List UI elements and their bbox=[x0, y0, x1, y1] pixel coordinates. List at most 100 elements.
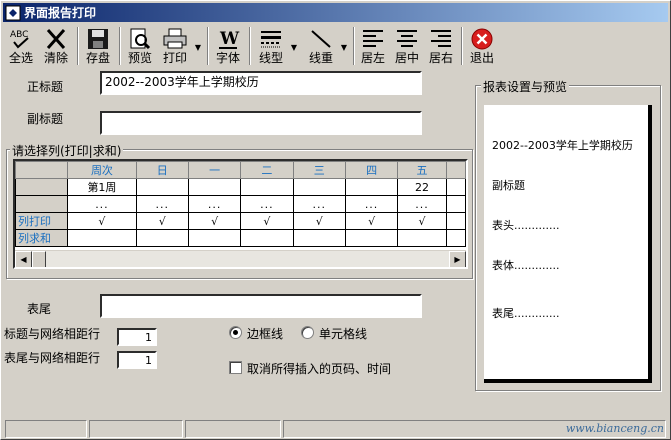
footer-input[interactable] bbox=[100, 294, 422, 318]
grid-cell[interactable]: ... bbox=[67, 195, 137, 213]
toolbar-separator bbox=[207, 27, 209, 65]
save-button[interactable]: 存盘 bbox=[83, 25, 113, 67]
columns-group-title: 请选择列(打印|求和) bbox=[10, 142, 124, 159]
status-panel bbox=[5, 420, 87, 438]
grid-sum-cell[interactable] bbox=[135, 229, 189, 247]
toolbar-separator bbox=[77, 27, 79, 65]
cell-line-radio[interactable] bbox=[301, 326, 314, 339]
grid-cell[interactable] bbox=[187, 178, 242, 196]
align-center-button[interactable]: 居中 bbox=[393, 25, 421, 67]
grid-header-cell[interactable]: 四 bbox=[344, 161, 399, 179]
printer-icon bbox=[163, 28, 187, 49]
grid-cell[interactable] bbox=[135, 178, 189, 196]
grid-header-cell[interactable]: 三 bbox=[292, 161, 346, 179]
clear-x-icon bbox=[46, 29, 66, 49]
column-grid[interactable]: 周次 日 一 二 三 四 五 第1周 22 ... ... ... ... ..… bbox=[13, 159, 468, 269]
grid-cell[interactable] bbox=[240, 178, 294, 196]
grid-header-cell[interactable]: 五 bbox=[397, 161, 447, 179]
grid-cell[interactable]: 22 bbox=[397, 178, 447, 196]
grid-header-cell[interactable]: 一 bbox=[187, 161, 242, 179]
exit-button[interactable]: 退出 bbox=[467, 25, 497, 67]
grid-cell[interactable]: ... bbox=[344, 195, 399, 213]
grid-sum-cell[interactable] bbox=[240, 229, 294, 247]
grid-cell[interactable]: ... bbox=[292, 195, 346, 213]
status-panel bbox=[89, 420, 183, 438]
grid-horizontal-scrollbar[interactable]: ◀ ▶ bbox=[15, 250, 466, 267]
toolbar-separator bbox=[249, 27, 251, 65]
print-label: 打印 bbox=[162, 51, 187, 65]
font-button[interactable]: W 字体 bbox=[213, 25, 243, 67]
grid-sum-cell[interactable] bbox=[67, 229, 137, 247]
preview-page: 2002--2003学年上学期校历 副标题 表头............. 表体… bbox=[484, 105, 652, 383]
border-line-label[interactable]: 边框线 bbox=[247, 325, 283, 342]
main-title-input[interactable]: 2002--2003学年上学期校历 bbox=[100, 71, 422, 95]
grid-cell[interactable] bbox=[292, 178, 346, 196]
line-weight-icon bbox=[311, 30, 331, 48]
grid-print-cell[interactable]: √ bbox=[292, 212, 346, 230]
align-center-icon bbox=[397, 30, 417, 47]
grid-cell[interactable]: ... bbox=[397, 195, 447, 213]
grid-print-cell[interactable]: √ bbox=[67, 212, 137, 230]
grid-print-cell[interactable]: √ bbox=[187, 212, 242, 230]
toolbar-separator bbox=[461, 27, 463, 65]
line-weight-button[interactable]: 线重 ▼ bbox=[305, 25, 347, 67]
grid-header-cell[interactable]: 周次 bbox=[67, 161, 137, 179]
grid-cell[interactable]: ... bbox=[187, 195, 242, 213]
grid-header-cell[interactable]: 二 bbox=[240, 161, 294, 179]
preview-button[interactable]: 预览 bbox=[125, 25, 155, 67]
preview-footer-line: 表尾............. bbox=[492, 307, 560, 320]
line-weight-dropdown-arrow-icon[interactable]: ▼ bbox=[341, 43, 347, 52]
grid-sum-cell[interactable] bbox=[292, 229, 346, 247]
align-left-button[interactable]: 居左 bbox=[359, 25, 387, 67]
align-left-label: 居左 bbox=[360, 51, 385, 65]
grid-sum-cell[interactable] bbox=[445, 229, 466, 247]
grid-header-row: 周次 日 一 二 三 四 五 bbox=[15, 161, 466, 179]
preview-body-line: 表体............. bbox=[492, 259, 560, 272]
title-bar: 界面报告打印 bbox=[3, 3, 668, 22]
grid-cell[interactable]: ... bbox=[240, 195, 294, 213]
clear-button[interactable]: 清除 bbox=[41, 25, 71, 67]
grid-sum-cell[interactable] bbox=[344, 229, 399, 247]
grid-print-cell[interactable] bbox=[445, 212, 466, 230]
align-right-label: 居右 bbox=[428, 51, 453, 65]
cancel-insert-label[interactable]: 取消所得插入的页码、时间 bbox=[247, 360, 391, 377]
scroll-left-icon[interactable]: ◀ bbox=[15, 251, 32, 267]
grid-sum-cell[interactable] bbox=[397, 229, 447, 247]
cell-line-label[interactable]: 单元格线 bbox=[319, 325, 367, 342]
title-grid-spacing-input[interactable]: 1 bbox=[117, 328, 157, 346]
exit-icon bbox=[471, 28, 493, 50]
line-type-button[interactable]: 线型 ▼ bbox=[255, 25, 297, 67]
preview-group-title: 报表设置与预览 bbox=[481, 78, 570, 95]
scroll-thumb[interactable] bbox=[32, 251, 46, 267]
grid-cell[interactable]: 第1周 bbox=[67, 178, 137, 196]
grid-sum-cell[interactable] bbox=[187, 229, 242, 247]
print-dropdown-arrow-icon[interactable]: ▼ bbox=[195, 43, 201, 52]
align-center-label: 居中 bbox=[394, 51, 419, 65]
watermark: www.bianceng.cn bbox=[565, 422, 664, 435]
select-all-button[interactable]: ABC 全选 bbox=[7, 25, 35, 67]
sub-title-input[interactable] bbox=[100, 111, 422, 135]
save-label: 存盘 bbox=[85, 51, 110, 65]
floppy-disk-icon bbox=[88, 29, 108, 49]
grid-print-cell[interactable]: √ bbox=[240, 212, 294, 230]
grid-cell[interactable] bbox=[445, 178, 466, 196]
cancel-insert-checkbox[interactable] bbox=[229, 361, 242, 374]
footer-grid-spacing-label: 表尾与网络相距行 bbox=[4, 351, 101, 365]
grid-cell[interactable] bbox=[445, 195, 466, 213]
status-panel bbox=[185, 420, 281, 438]
grid-cell[interactable] bbox=[344, 178, 399, 196]
line-type-dropdown-arrow-icon[interactable]: ▼ bbox=[291, 43, 297, 52]
align-right-button[interactable]: 居右 bbox=[427, 25, 455, 67]
line-type-label: 线型 bbox=[258, 51, 283, 65]
preview-title-line: 2002--2003学年上学期校历 bbox=[492, 139, 633, 152]
select-all-label: 全选 bbox=[8, 51, 33, 65]
print-button[interactable]: 打印 ▼ bbox=[159, 25, 201, 67]
grid-print-cell[interactable]: √ bbox=[135, 212, 189, 230]
scroll-right-icon[interactable]: ▶ bbox=[449, 251, 466, 267]
grid-header-cell[interactable]: 日 bbox=[135, 161, 189, 179]
border-line-radio[interactable] bbox=[229, 326, 242, 339]
grid-print-cell[interactable]: √ bbox=[397, 212, 447, 230]
grid-cell[interactable]: ... bbox=[135, 195, 189, 213]
grid-print-cell[interactable]: √ bbox=[344, 212, 399, 230]
footer-grid-spacing-input[interactable]: 1 bbox=[117, 351, 157, 369]
